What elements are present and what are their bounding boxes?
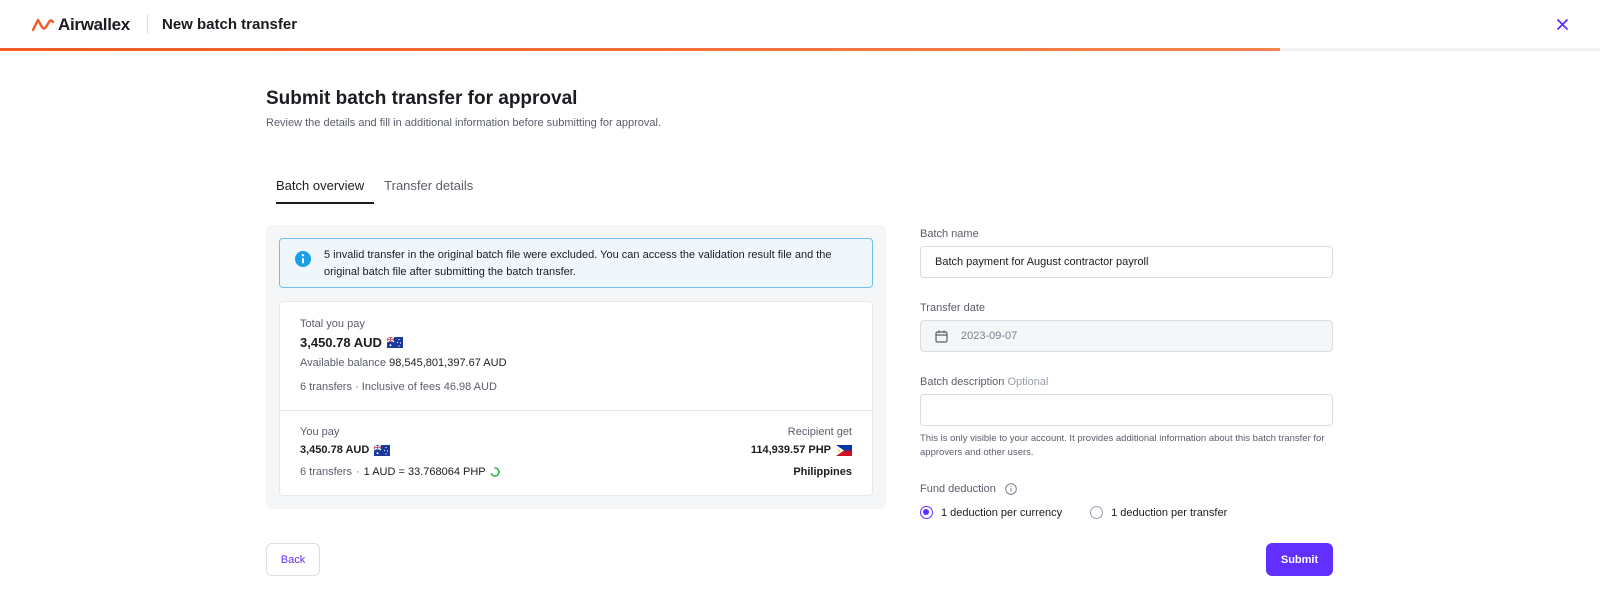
top-bar: Airwallex New batch transfer	[0, 0, 1600, 48]
batch-description-helper: This is only visible to your account. It…	[920, 433, 1325, 458]
radio-per-currency[interactable]: 1 deduction per currency	[920, 506, 1062, 519]
airwallex-logo[interactable]: Airwallex	[32, 15, 130, 35]
exchange-rate-line: 6 transfers · 1 AUD = 33.768064 PHP	[300, 466, 500, 478]
you-pay-value: 3,450.78 AUD	[300, 444, 370, 456]
you-pay-amount: 3,450.78 AUD	[300, 444, 391, 456]
info-icon	[295, 251, 311, 267]
batch-description-label: Batch description Optional	[920, 376, 1048, 388]
separator-dot: ·	[355, 381, 362, 393]
philippines-flag-icon	[836, 444, 852, 456]
airwallex-logo-icon	[32, 18, 54, 32]
transfer-date-label: Transfer date	[920, 302, 986, 314]
close-icon	[1556, 18, 1568, 30]
rate-transfer-count: 6 transfers	[300, 466, 352, 478]
close-button[interactable]	[1552, 14, 1572, 34]
batch-overview-panel: 5 invalid transfer in the original batch…	[266, 225, 886, 509]
page-title: Submit batch transfer for approval	[266, 88, 578, 109]
summary-card: Total you pay 3,450.78 AUD Available bal…	[279, 301, 873, 496]
brand-name: Airwallex	[58, 15, 130, 34]
radio-per-transfer-label: 1 deduction per transfer	[1111, 506, 1228, 519]
fund-deduction-label-text: Fund deduction	[920, 483, 996, 495]
transfer-date-value: 2023-09-07	[961, 330, 1018, 342]
progress-bar	[0, 48, 1280, 51]
page-header-title: New batch transfer	[162, 16, 298, 33]
header-divider	[147, 14, 148, 34]
info-circle-icon[interactable]	[1005, 483, 1017, 495]
rate-refresh-spinner-icon	[490, 467, 500, 477]
page-subtitle: Review the details and fill in additiona…	[266, 117, 661, 129]
calendar-icon	[935, 330, 948, 343]
recipient-get-label: Recipient get	[787, 426, 852, 438]
available-balance: Available balance 98,545,801,397.67 AUD	[300, 357, 507, 369]
radio-per-transfer[interactable]: 1 deduction per transfer	[1090, 506, 1227, 519]
radio-per-currency-label: 1 deduction per currency	[941, 506, 1063, 519]
total-amount: 3,450.78 AUD	[300, 335, 403, 350]
available-balance-value: 98,545,801,397.67 AUD	[389, 357, 507, 369]
fund-deduction-options: 1 deduction per currency 1 deduction per…	[920, 506, 1227, 519]
optional-tag: Optional	[1007, 376, 1049, 388]
alert-message: 5 invalid transfer in the original batch…	[324, 249, 832, 278]
tab-transfer-details[interactable]: Transfer details	[374, 172, 483, 204]
total-amount-value: 3,450.78 AUD	[300, 335, 382, 350]
tab-bar: Batch overview Transfer details	[266, 172, 483, 204]
tab-batch-overview[interactable]: Batch overview	[266, 172, 375, 204]
info-alert: 5 invalid transfer in the original batch…	[279, 238, 873, 288]
you-pay-label: You pay	[300, 426, 340, 438]
recipient-amount: 114,939.57 PHP	[751, 444, 852, 456]
batch-description-label-text: Batch description	[920, 376, 1005, 388]
summary-total-section: Total you pay 3,450.78 AUD Available bal…	[280, 302, 872, 411]
fees-line: 6 transfers · Inclusive of fees 46.98 AU…	[300, 381, 497, 393]
radio-button-checked[interactable]	[920, 506, 933, 519]
australia-flag-icon	[374, 444, 391, 456]
submit-button[interactable]: Submit	[1266, 543, 1333, 576]
transfer-count: 6 transfers	[300, 381, 352, 393]
fees-text: Inclusive of fees 46.98 AUD	[361, 381, 497, 393]
australia-flag-icon	[386, 337, 403, 348]
back-button[interactable]: Back	[266, 543, 320, 576]
batch-name-input[interactable]: Batch payment for August contractor payr…	[920, 246, 1333, 278]
transfer-date-field: 2023-09-07	[920, 320, 1333, 352]
recipient-amount-value: 114,939.57 PHP	[750, 444, 831, 456]
separator-dot: ·	[355, 466, 360, 478]
progress-track	[0, 48, 1600, 51]
exchange-rate: 1 AUD = 33.768064 PHP	[363, 466, 486, 478]
total-you-pay-label: Total you pay	[300, 318, 365, 330]
fund-deduction-label: Fund deduction	[920, 483, 1017, 495]
batch-description-input[interactable]	[920, 394, 1333, 426]
available-balance-label: Available balance	[300, 357, 387, 369]
batch-name-label: Batch name	[920, 228, 979, 240]
recipient-country: Philippines	[793, 466, 852, 478]
radio-button-unchecked[interactable]	[1090, 506, 1104, 519]
